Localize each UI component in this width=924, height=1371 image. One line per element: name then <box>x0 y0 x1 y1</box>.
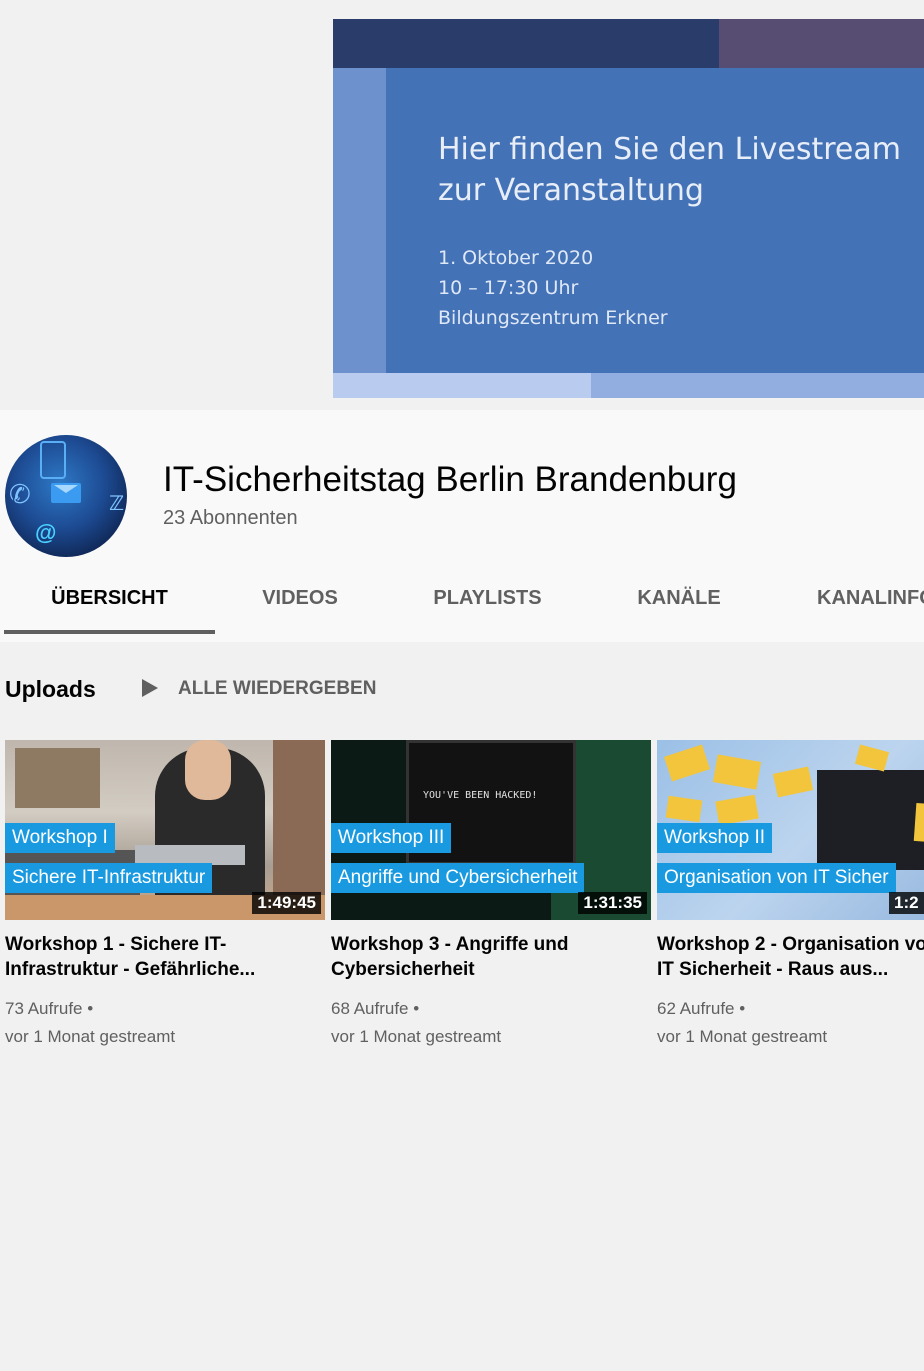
view-count: 68 Aufrufe • <box>331 999 420 1018</box>
thumbnail-subtitle: Angriffe und Cybersicherheit <box>331 863 585 893</box>
letter-icon: ℤ <box>109 493 125 515</box>
banner-headline: Hier finden Sie den Livestream zur Veran… <box>438 132 901 208</box>
thumbnail-subtitle: Sichere IT-Infrastruktur <box>5 863 213 893</box>
thumbnail-tag: Workshop II <box>657 823 773 853</box>
thumbnail-subtitle: Organisation von IT Sicher <box>657 863 896 893</box>
video-thumbnail[interactable]: Workshop I Sichere IT-Infrastruktur 1:49… <box>5 740 325 920</box>
banner-location: Bildungszentrum Erkner <box>438 307 668 329</box>
video-duration: 1:2 <box>889 892 924 914</box>
banner-time: 10 – 17:30 Uhr <box>438 277 579 299</box>
active-tab-indicator <box>4 630 215 634</box>
subscriber-count: 23 Abonnenten <box>163 507 298 529</box>
tab-channels[interactable]: KANÄLE <box>590 578 768 638</box>
channel-name: IT-Sicherheitstag Berlin Brandenburg <box>163 460 737 499</box>
thumbnail-screen-text: YOU'VE BEEN HACKED! <box>423 790 538 801</box>
phone-icon: ✆ <box>9 479 31 509</box>
banner-left-strip <box>333 68 386 373</box>
play-all-button[interactable]: ALLE WIEDERGEBEN <box>178 678 376 700</box>
mail-icon <box>51 483 81 503</box>
at-sign-icon: @ <box>35 520 57 545</box>
video-card[interactable]: Workshop I Sichere IT-Infrastruktur 1:49… <box>5 740 325 1051</box>
video-duration: 1:49:45 <box>252 892 321 914</box>
stream-age: vor 1 Monat gestreamt <box>5 1027 176 1046</box>
view-count: 62 Aufrufe • <box>657 999 746 1018</box>
video-meta: 68 Aufrufe • vor 1 Monat gestreamt <box>331 995 651 1051</box>
tab-playlists[interactable]: PLAYLISTS <box>395 578 580 638</box>
video-duration: 1:31:35 <box>578 892 647 914</box>
tab-videos[interactable]: VIDEOS <box>215 578 385 638</box>
stream-age: vor 1 Monat gestreamt <box>657 1027 828 1046</box>
channel-avatar[interactable]: ✆ ℤ @ <box>5 435 127 557</box>
thumbnail-tag: Workshop I <box>5 823 115 853</box>
banner-details: 1. Oktober 2020 10 – 17:30 Uhr Bildungsz… <box>438 243 668 333</box>
video-title[interactable]: Workshop 3 - Angriffe und Cybersicherhei… <box>331 932 631 982</box>
banner-date: 1. Oktober 2020 <box>438 247 594 269</box>
video-thumbnail[interactable]: Workshop II Organisation von IT Sicher 1… <box>657 740 924 920</box>
device-icon <box>40 441 66 479</box>
channel-content: Uploads ALLE WIEDERGEBEN Workshop I Sich… <box>0 642 924 1371</box>
channel-banner: Hier finden Sie den Livestream zur Veran… <box>333 19 924 398</box>
video-card[interactable]: YOU'VE BEEN HACKED! Workshop III Angriff… <box>331 740 651 1051</box>
video-thumbnail[interactable]: YOU'VE BEEN HACKED! Workshop III Angriff… <box>331 740 651 920</box>
tab-channel-info[interactable]: KANALINFO <box>800 578 924 638</box>
uploads-section-title[interactable]: Uploads <box>5 676 96 703</box>
banner-top-bar <box>333 19 719 68</box>
video-title[interactable]: Workshop 2 - Organisation von IT Sicherh… <box>657 932 924 982</box>
stream-age: vor 1 Monat gestreamt <box>331 1027 502 1046</box>
banner-bottom-bar-light <box>333 373 591 398</box>
view-count: 73 Aufrufe • <box>5 999 94 1018</box>
tab-overview[interactable]: ÜBERSICHT <box>4 578 215 638</box>
video-meta: 62 Aufrufe • vor 1 Monat gestreamt <box>657 995 924 1051</box>
video-meta: 73 Aufrufe • vor 1 Monat gestreamt <box>5 995 325 1051</box>
channel-header: ✆ ℤ @ IT-Sicherheitstag Berlin Brandenbu… <box>0 410 924 642</box>
thumbnail-tag: Workshop III <box>331 823 452 853</box>
banner-top-bar-right <box>719 19 924 68</box>
channel-banner-area: Hier finden Sie den Livestream zur Veran… <box>0 0 924 410</box>
video-card[interactable]: Workshop II Organisation von IT Sicher 1… <box>657 740 924 1051</box>
video-title[interactable]: Workshop 1 - Sichere IT-Infrastruktur - … <box>5 932 305 982</box>
play-icon[interactable] <box>142 679 158 697</box>
